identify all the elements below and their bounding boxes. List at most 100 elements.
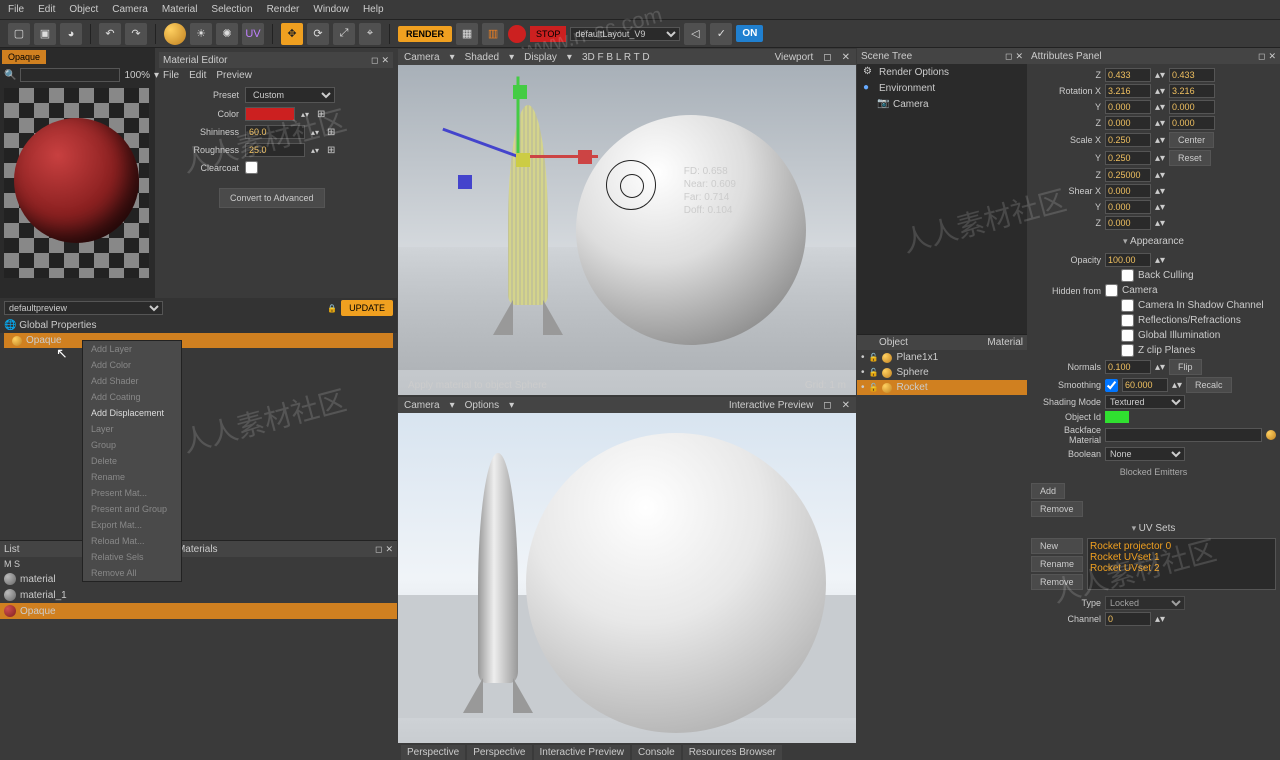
material-search-input[interactable]: [20, 68, 120, 82]
vp-options-menu[interactable]: Options: [465, 400, 499, 411]
me-file[interactable]: File: [163, 70, 179, 81]
close-icon[interactable]: ✕: [1268, 51, 1276, 62]
add-button[interactable]: Add: [1031, 483, 1065, 499]
tab-resources-browser[interactable]: Resources Browser: [683, 745, 782, 760]
stop-button[interactable]: STOP: [530, 26, 566, 42]
ctx-item[interactable]: Add Shader: [83, 373, 181, 389]
spinner-icon[interactable]: ▴▾: [301, 110, 311, 119]
boolean-select[interactable]: None: [1105, 447, 1185, 461]
remove-uv-button[interactable]: Remove: [1031, 574, 1083, 590]
lock-icon[interactable]: [869, 382, 879, 393]
viewport-interactive-preview[interactable]: Camera▾ Options▾ Interactive Preview ◻✕: [398, 397, 856, 743]
vp-display-menu[interactable]: Display: [524, 52, 557, 63]
menu-render[interactable]: Render: [267, 4, 300, 15]
backculling-checkbox[interactable]: [1121, 269, 1134, 282]
roughness-input[interactable]: [245, 143, 305, 157]
center-button[interactable]: Center: [1169, 132, 1214, 148]
global-properties-row[interactable]: 🌐 Global Properties: [0, 318, 397, 333]
ctx-item[interactable]: Delete: [83, 453, 181, 469]
rotx-input[interactable]: [1105, 84, 1151, 98]
menu-file[interactable]: File: [8, 4, 24, 15]
backface-slot[interactable]: [1105, 428, 1262, 442]
rotz-input[interactable]: [1105, 116, 1151, 130]
ctx-item[interactable]: Layer: [83, 421, 181, 437]
rename-button[interactable]: Rename: [1031, 556, 1083, 572]
material-icon[interactable]: [164, 23, 186, 45]
clearcoat-checkbox[interactable]: [245, 161, 258, 174]
menu-selection[interactable]: Selection: [211, 4, 252, 15]
menu-help[interactable]: Help: [363, 4, 384, 15]
lock-icon[interactable]: [327, 303, 337, 314]
undock-icon[interactable]: ◻: [823, 52, 831, 63]
undock-icon[interactable]: ◻: [1005, 51, 1012, 62]
ctx-item[interactable]: Group: [83, 437, 181, 453]
undock-icon[interactable]: ◻: [823, 400, 831, 411]
chevron-down-icon[interactable]: ▾: [154, 70, 159, 81]
redo-icon[interactable]: ↷: [125, 23, 147, 45]
me-preview[interactable]: Preview: [216, 70, 252, 81]
object-row[interactable]: •Sphere: [857, 365, 1027, 380]
camera-checkbox[interactable]: [1105, 284, 1118, 297]
menu-window[interactable]: Window: [313, 4, 349, 15]
scene-tree-node[interactable]: ⚙Render Options: [857, 64, 1027, 80]
close-icon[interactable]: ✕: [385, 544, 393, 555]
uvset-item[interactable]: Rocket projector 0: [1090, 541, 1273, 552]
menu-edit[interactable]: Edit: [38, 4, 55, 15]
list-item[interactable]: material_1: [0, 587, 397, 603]
record-icon[interactable]: [508, 25, 526, 43]
tab-console[interactable]: Console: [632, 745, 681, 760]
remove-button[interactable]: Remove: [1031, 501, 1083, 517]
smoothing-input[interactable]: [1122, 378, 1168, 392]
close-icon[interactable]: ✕: [842, 400, 850, 411]
material-tab[interactable]: Opaque: [2, 50, 46, 64]
layout-prev-icon[interactable]: ◁: [684, 23, 706, 45]
z2-input[interactable]: [1169, 68, 1215, 82]
ctx-item[interactable]: Add Color: [83, 357, 181, 373]
z-input[interactable]: [1105, 68, 1151, 82]
object-row[interactable]: •Rocket: [857, 380, 1027, 395]
light-icon[interactable]: ☀: [190, 23, 212, 45]
new-icon[interactable]: ▢: [8, 23, 30, 45]
close-icon[interactable]: ✕: [1015, 51, 1023, 62]
render-region-icon[interactable]: ▦: [456, 23, 478, 45]
ctx-item[interactable]: Add Coating: [83, 389, 181, 405]
ctx-item[interactable]: Relative Sels: [83, 549, 181, 565]
vp-shaded-menu[interactable]: Shaded: [465, 52, 499, 63]
recalc-button[interactable]: Recalc: [1186, 377, 1232, 393]
scalex-input[interactable]: [1105, 133, 1151, 147]
tab-perspective[interactable]: Perspective: [401, 745, 465, 760]
reset-button[interactable]: Reset: [1169, 150, 1211, 166]
search-icon[interactable]: 🔍: [4, 70, 16, 81]
sheary-input[interactable]: [1105, 200, 1151, 214]
camshadow-checkbox[interactable]: [1121, 299, 1134, 312]
default-preview-select[interactable]: defaultpreview: [4, 301, 163, 315]
layout-select[interactable]: defaultLayout_V9: [570, 27, 680, 41]
material-ball-icon[interactable]: [1266, 430, 1276, 440]
interactive-preview-canvas[interactable]: [398, 413, 856, 743]
close-icon[interactable]: ✕: [381, 55, 389, 66]
reflections-checkbox[interactable]: [1121, 314, 1134, 327]
undock-icon[interactable]: ◻: [371, 55, 378, 66]
roty-input[interactable]: [1105, 100, 1151, 114]
picker-icon[interactable]: ⊞: [317, 109, 325, 120]
uvset-item[interactable]: Rocket UVset 1: [1090, 552, 1273, 563]
rocket-object[interactable]: [498, 105, 558, 345]
close-icon[interactable]: ✕: [842, 52, 850, 63]
ctx-item[interactable]: Reload Mat...: [83, 533, 181, 549]
sun-icon[interactable]: ✺: [216, 23, 238, 45]
on-button[interactable]: ON: [736, 25, 763, 42]
color-swatch[interactable]: [245, 107, 295, 121]
opacity-input[interactable]: [1105, 253, 1151, 267]
normals-input[interactable]: [1105, 360, 1151, 374]
spinner-icon[interactable]: ▴▾: [311, 128, 321, 137]
vp-3d-toggles[interactable]: 3D F B L R T D: [582, 52, 650, 63]
tab-perspective2[interactable]: Perspective: [467, 745, 531, 760]
render-button[interactable]: RENDER: [398, 26, 452, 42]
smoothing-checkbox[interactable]: [1105, 379, 1118, 392]
object-row[interactable]: •Plane1x1: [857, 350, 1027, 365]
scene-tree-node[interactable]: 📷Camera: [857, 96, 1027, 112]
vp-camera-menu[interactable]: Camera: [404, 400, 440, 411]
gi-checkbox[interactable]: [1121, 329, 1134, 342]
move-icon[interactable]: ✥: [281, 23, 303, 45]
uvset-item[interactable]: Rocket UVset 2: [1090, 563, 1273, 574]
